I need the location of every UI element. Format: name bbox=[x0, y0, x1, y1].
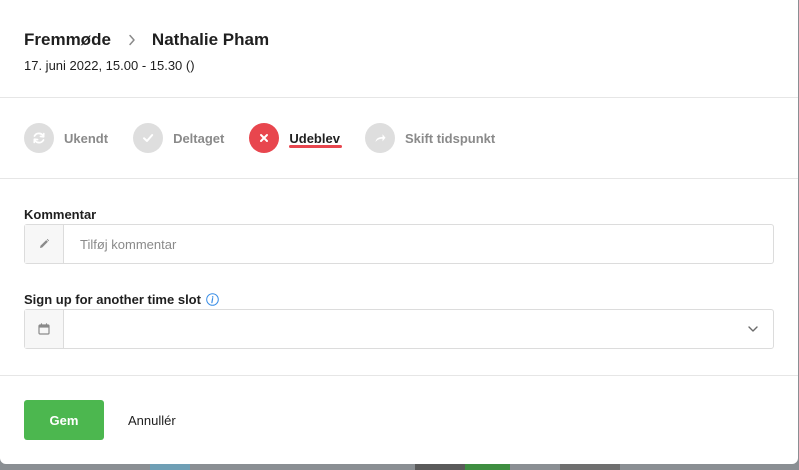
comment-label: Kommentar bbox=[24, 207, 96, 222]
attendance-modal: Fremmøde Nathalie Pham 17. juni 2022, 15… bbox=[0, 0, 798, 464]
divider bbox=[0, 97, 798, 98]
cancel-button[interactable]: Annullér bbox=[128, 400, 176, 440]
timeslot-select-body[interactable] bbox=[64, 310, 773, 348]
timeslot-select[interactable] bbox=[24, 309, 774, 349]
share-arrow-icon bbox=[364, 123, 395, 153]
signup-label-text: Sign up for another time slot bbox=[24, 292, 201, 307]
background-page bbox=[415, 464, 465, 470]
divider bbox=[0, 178, 798, 179]
chevron-right-icon bbox=[128, 34, 136, 46]
breadcrumb-current: Nathalie Pham bbox=[151, 30, 270, 49]
background-page bbox=[560, 464, 620, 470]
comment-field bbox=[24, 224, 774, 264]
breadcrumb-parent[interactable]: Fremmøde bbox=[24, 30, 111, 50]
calendar-icon bbox=[25, 310, 64, 348]
status-label: Ukendt bbox=[64, 130, 109, 146]
modal-header: Fremmøde Nathalie Pham 17. juni 2022, 15… bbox=[24, 30, 269, 73]
divider bbox=[0, 375, 798, 376]
status-skift-tidspunkt[interactable]: Skift tidspunkt bbox=[364, 123, 496, 153]
check-icon bbox=[133, 123, 164, 153]
active-status-underline bbox=[289, 145, 343, 148]
session-datetime: 17. juni 2022, 15.00 - 15.30 () bbox=[24, 58, 195, 73]
status-label: Deltaget bbox=[173, 130, 225, 146]
status-deltaget[interactable]: Deltaget bbox=[133, 123, 224, 153]
status-selector: Ukendt Deltaget Udeblev Skift tidspunkt bbox=[24, 122, 520, 154]
comment-label-text: Kommentar bbox=[24, 207, 97, 222]
comment-input[interactable] bbox=[64, 225, 773, 263]
pencil-icon bbox=[25, 225, 64, 263]
info-icon[interactable] bbox=[206, 293, 219, 306]
background-page bbox=[465, 464, 510, 470]
status-ukendt[interactable]: Ukendt bbox=[24, 123, 108, 153]
save-button[interactable]: Gem bbox=[24, 400, 104, 440]
status-udeblev[interactable]: Udeblev bbox=[249, 123, 343, 153]
status-label: Skift tidspunkt bbox=[404, 130, 496, 146]
background-page bbox=[150, 464, 190, 470]
signup-label: Sign up for another time slot bbox=[24, 292, 219, 307]
close-icon bbox=[249, 123, 280, 153]
refresh-icon bbox=[24, 123, 54, 153]
breadcrumb: Fremmøde Nathalie Pham bbox=[24, 30, 269, 50]
chevron-down-icon bbox=[747, 325, 759, 333]
status-label: Udeblev bbox=[289, 130, 340, 146]
